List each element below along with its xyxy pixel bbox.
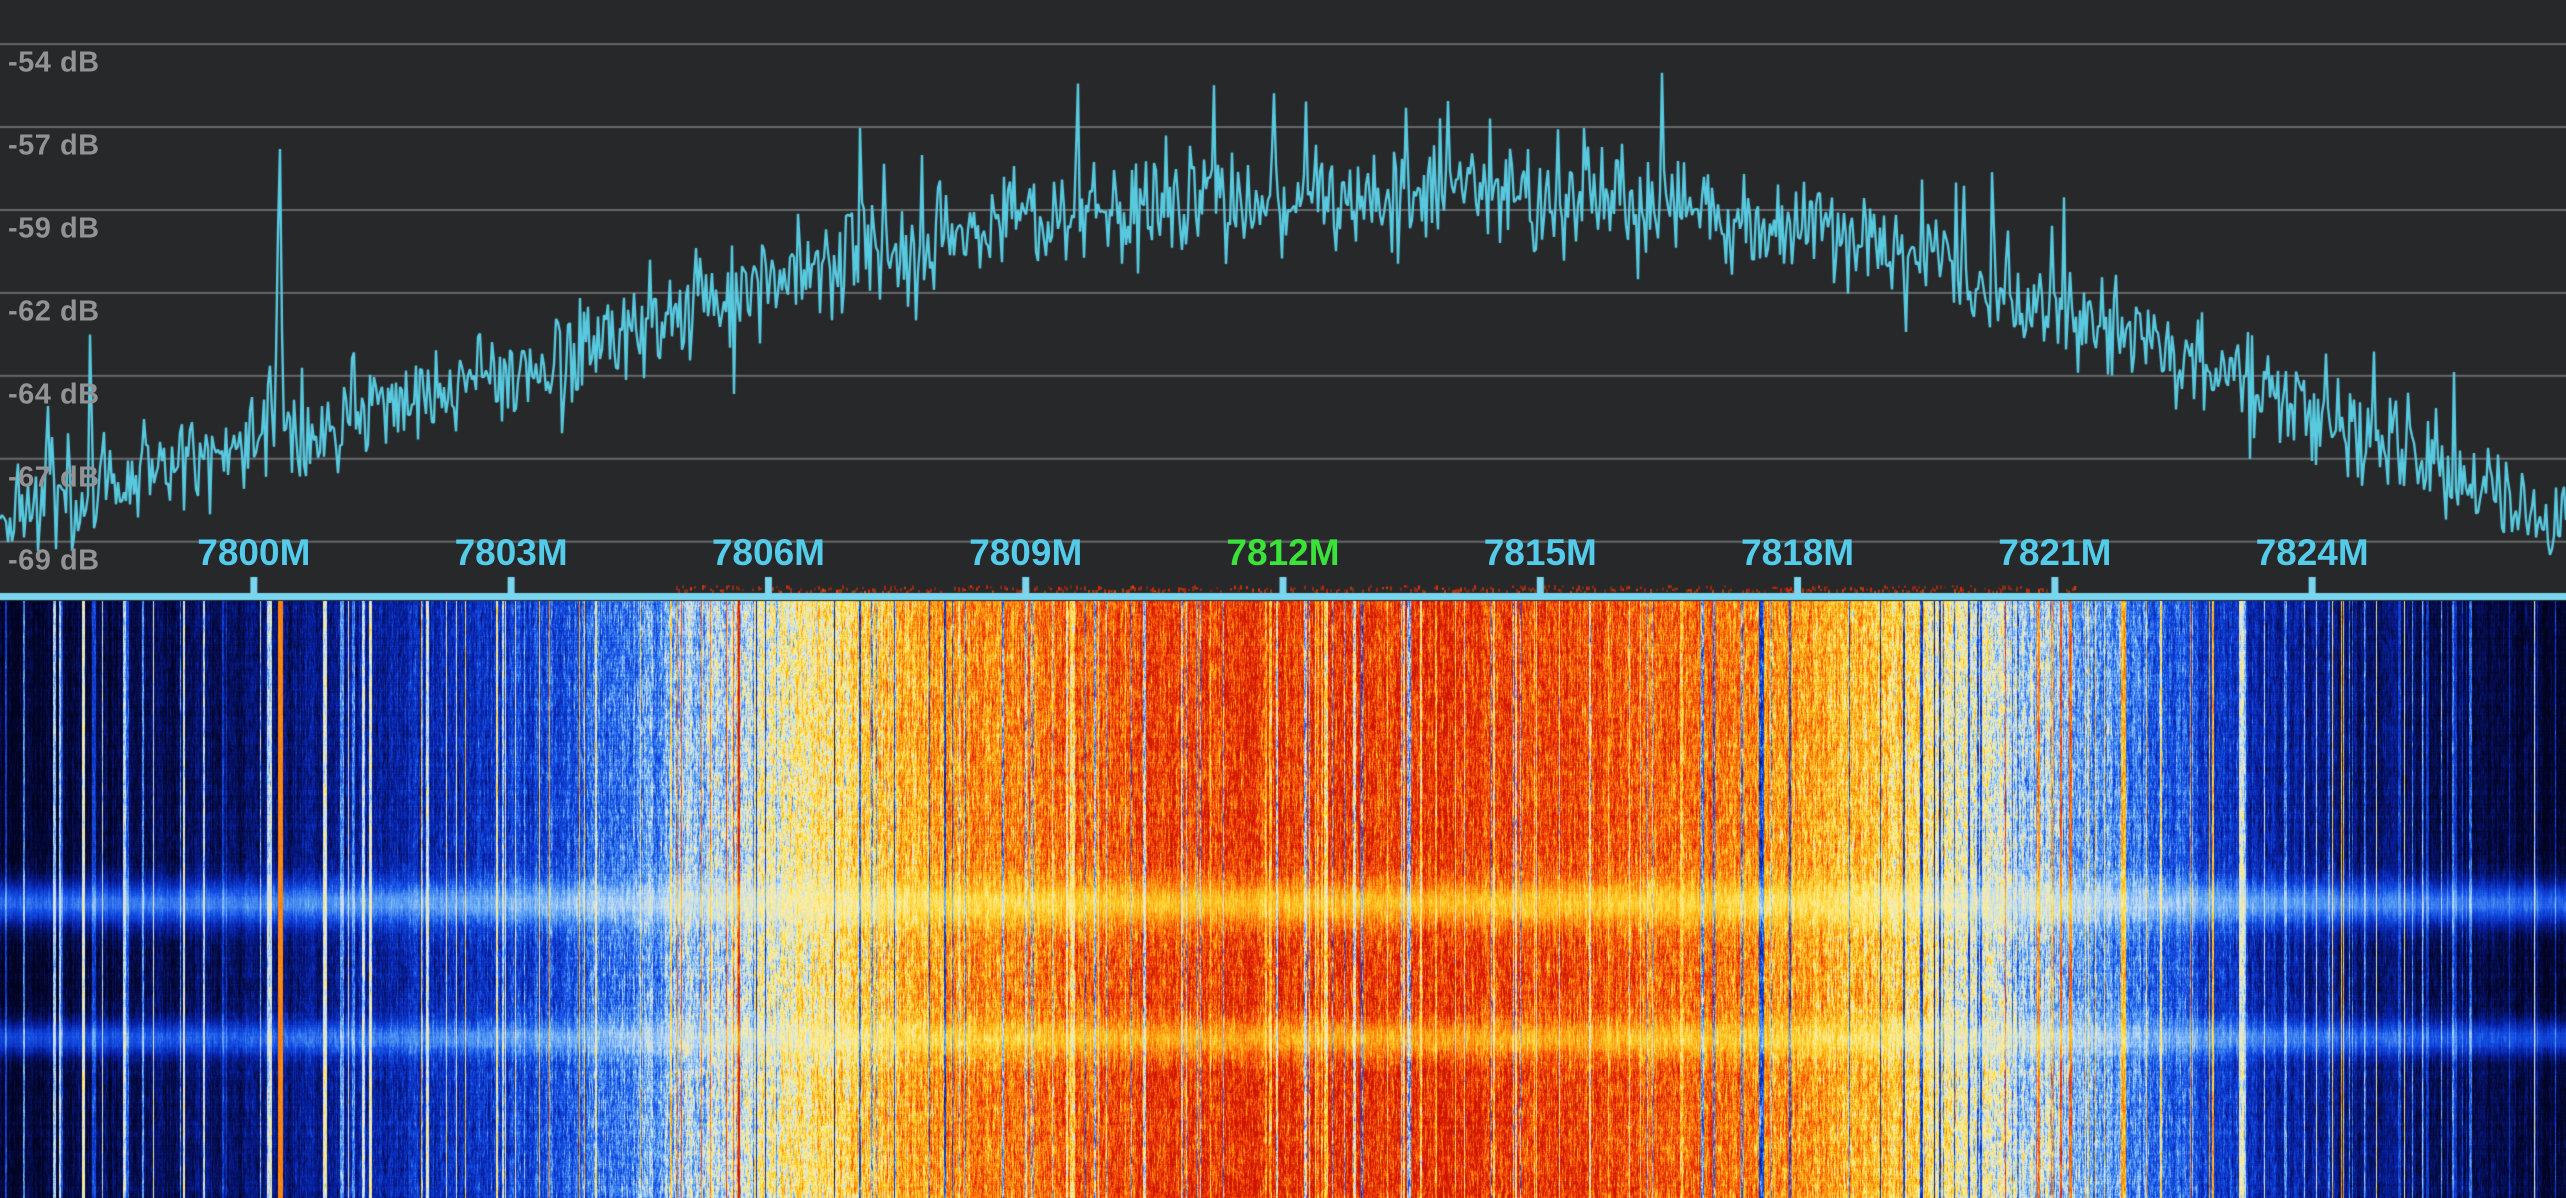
spectrum-waterfall-canvas[interactable] <box>0 0 2566 1198</box>
db-axis-label: -62 dB <box>8 295 100 328</box>
db-axis-label: -57 dB <box>8 130 100 163</box>
db-axis-label: -54 dB <box>8 47 100 80</box>
db-axis-label: -69 dB <box>8 544 100 577</box>
freq-axis-label: 7800M <box>197 532 310 574</box>
freq-axis-label: 7806M <box>712 532 825 574</box>
freq-axis-label-center: 7812M <box>1226 532 1339 574</box>
freq-axis-label: 7821M <box>1998 532 2111 574</box>
freq-axis-label: 7824M <box>2256 532 2369 574</box>
freq-axis-label: 7803M <box>455 532 568 574</box>
db-axis-label: -67 dB <box>8 461 100 494</box>
db-axis-label: -59 dB <box>8 212 100 245</box>
freq-axis-label: 7809M <box>969 532 1082 574</box>
rf-analyzer-screen: -54 dB -57 dB -59 dB -62 dB -64 dB -67 d… <box>0 0 2566 1198</box>
freq-axis-label: 7818M <box>1741 532 1854 574</box>
freq-axis-label: 7815M <box>1484 532 1597 574</box>
db-axis-label: -64 dB <box>8 378 100 411</box>
